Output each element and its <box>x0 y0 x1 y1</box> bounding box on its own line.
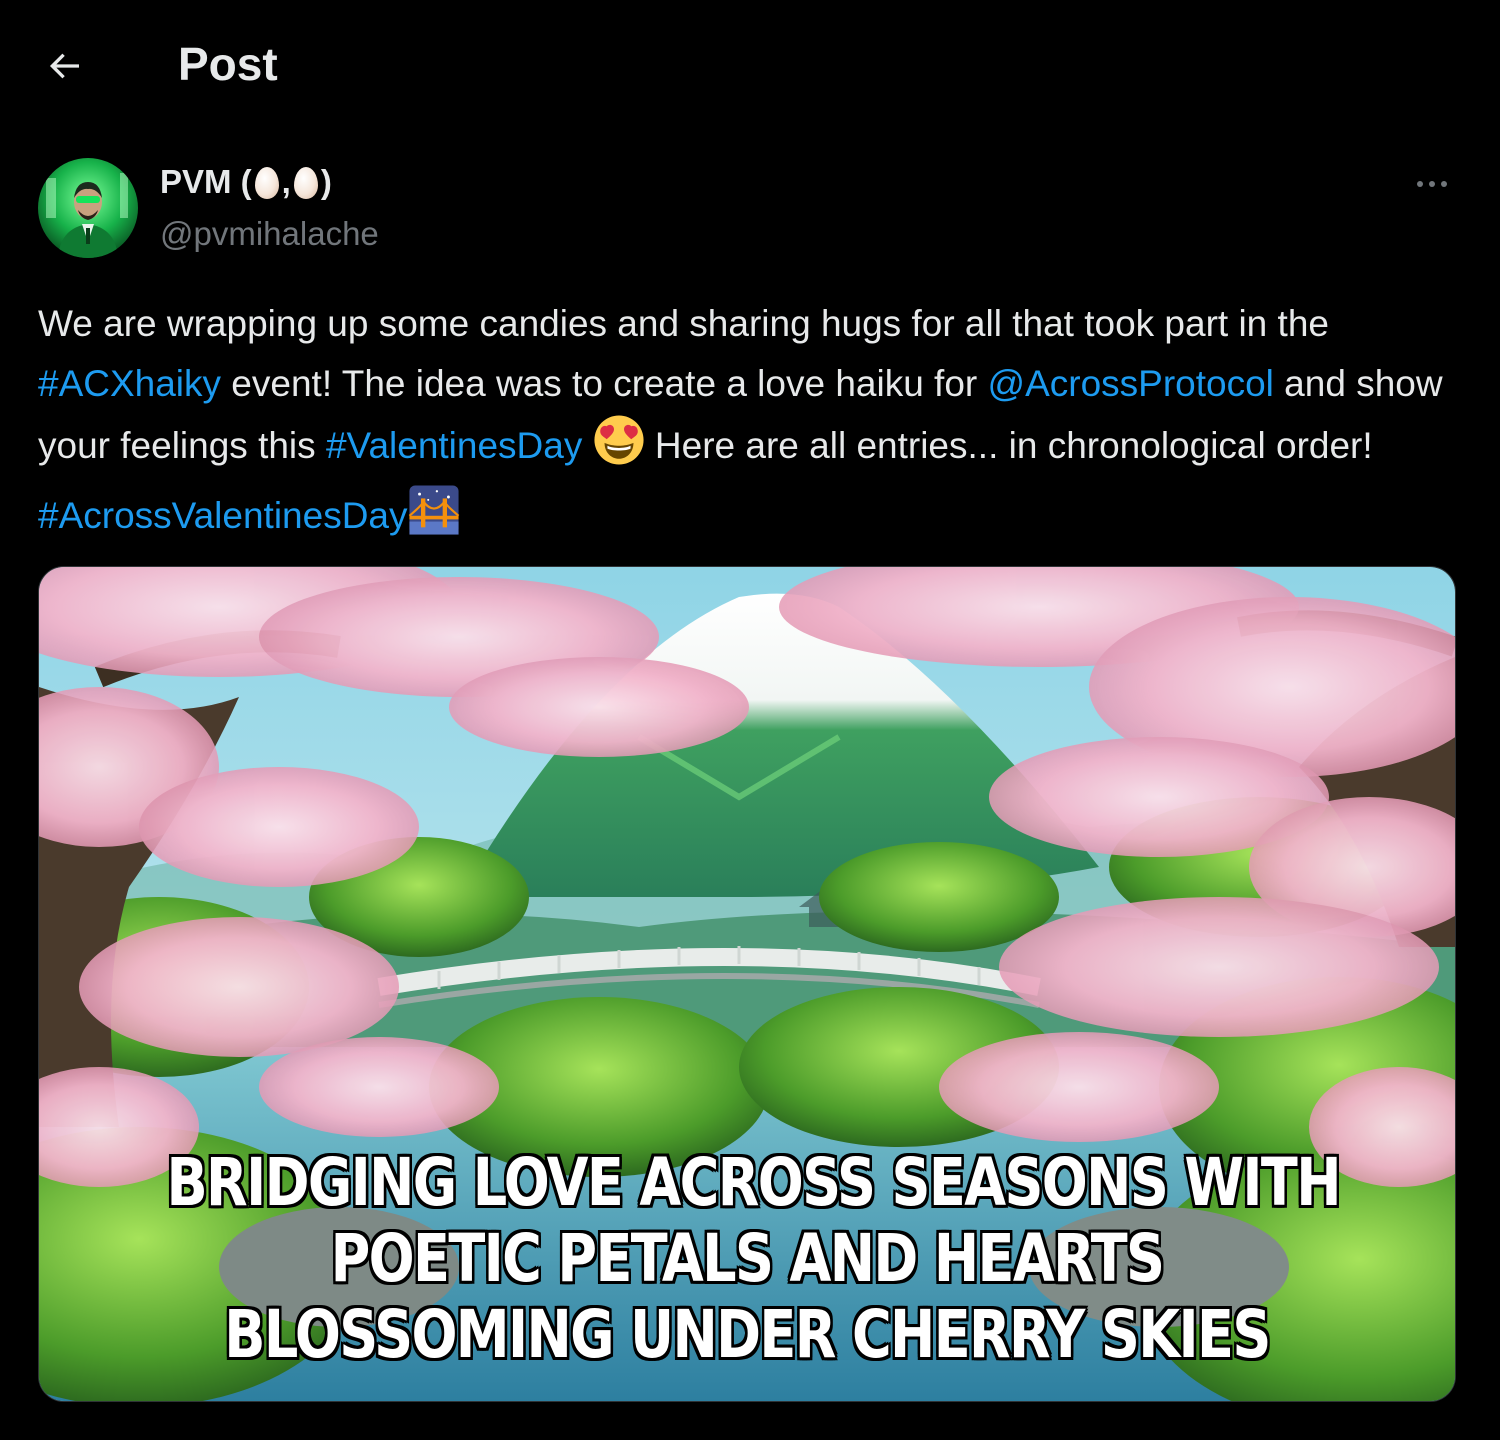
bridge-at-night-emoji <box>408 484 460 554</box>
more-options-dot <box>1429 181 1435 187</box>
more-options-dot <box>1441 181 1447 187</box>
egg-icon <box>293 167 318 199</box>
header: Post <box>0 0 1500 128</box>
post-page: Post PVM (,) @pvmihalache We are wrappin… <box>0 0 1500 1440</box>
more-options-icon <box>1417 181 1423 187</box>
hashtag-link[interactable]: #ACXhaiky <box>38 363 221 404</box>
avatar[interactable] <box>38 158 138 258</box>
author-name-suffix: ) <box>320 163 332 200</box>
heart-eyes-emoji <box>593 414 645 484</box>
arrow-left-icon <box>49 53 79 79</box>
hashtag-link[interactable]: #AcrossValentinesDay <box>38 495 408 536</box>
page-title: Post <box>178 38 278 90</box>
author-handle[interactable]: @pvmihalache <box>160 212 379 256</box>
author-name-separator: , <box>281 163 291 200</box>
post-image[interactable]: BRIDGING LOVE ACROSS SEASONS WITH POETIC… <box>38 566 1456 1402</box>
avatar-image <box>38 158 138 258</box>
post-text: We are wrapping up some candies and shar… <box>38 294 1458 554</box>
author-display-name[interactable]: PVM (,) <box>160 160 332 204</box>
author-name-prefix: PVM ( <box>160 163 252 200</box>
caption-line: POETIC PETALS AND HEARTS <box>330 1220 1165 1297</box>
back-button[interactable] <box>36 38 92 94</box>
egg-icon <box>254 167 279 199</box>
caption-line: BLOSSOMING UNDER CHERRY SKIES <box>224 1296 1271 1373</box>
post-text-segment: Here are all entries... in chronological… <box>644 425 1373 466</box>
mention-link[interactable]: @AcrossProtocol <box>988 363 1274 404</box>
post-text-segment: We are wrapping up some candies and shar… <box>38 303 1329 344</box>
hashtag-link[interactable]: #ValentinesDay <box>326 425 582 466</box>
caption-line: BRIDGING LOVE ACROSS SEASONS WITH <box>166 1144 1341 1221</box>
more-options-button[interactable] <box>1404 164 1460 204</box>
post-text-segment: event! The idea was to create a love hai… <box>221 363 988 404</box>
image-caption: BRIDGING LOVE ACROSS SEASONS WITH POETIC… <box>166 1144 1341 1373</box>
